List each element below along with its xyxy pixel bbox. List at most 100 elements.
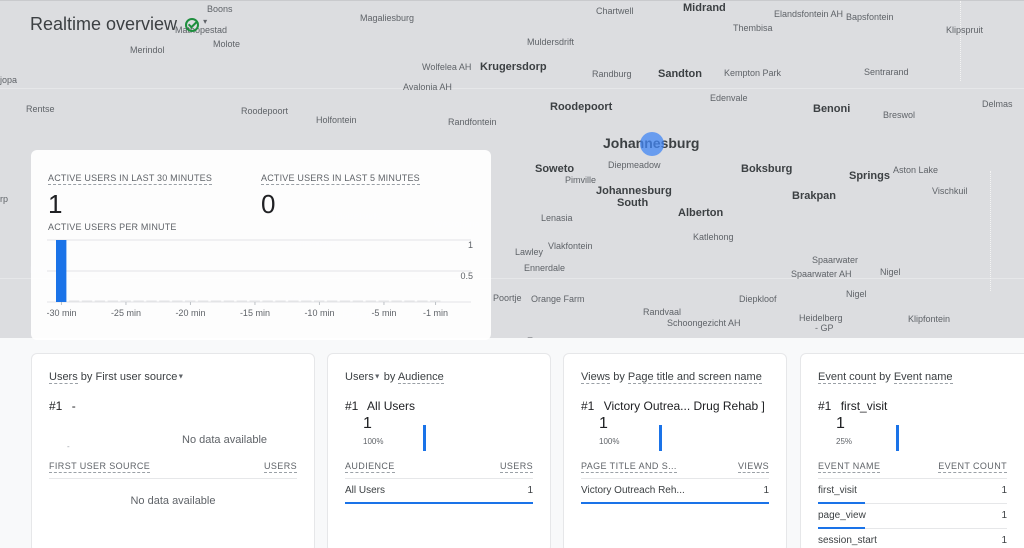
- metric-selector[interactable]: Event count: [818, 371, 877, 384]
- map-place-label: Ennerdale: [524, 263, 566, 273]
- column-header-users[interactable]: USERS: [499, 461, 533, 473]
- map-place-label: Spaarwater: [812, 255, 859, 265]
- map-place-label: Boksburg: [741, 163, 793, 175]
- caret-down-icon[interactable]: ▼: [374, 374, 381, 381]
- bar-minute--17[interactable]: [223, 300, 235, 303]
- bar-minute--10[interactable]: [314, 300, 325, 303]
- map-place-label: jopa: [0, 75, 18, 85]
- table-row[interactable]: page_view 1: [818, 504, 1007, 529]
- bar-minute--8[interactable]: [339, 300, 351, 303]
- map-place-label: Molote: [213, 39, 241, 49]
- card-title: Views by Page title and screen name: [581, 371, 769, 384]
- chart-no-data: No data available: [182, 434, 268, 446]
- active-users-per-minute-chart[interactable]: 1 0.5 -30 min -25 min -20 min -15 min -10 min -…: [47, 238, 487, 328]
- top-rank: #1: [345, 399, 359, 413]
- bar-minute--13[interactable]: [275, 300, 286, 303]
- table-header: EVENT NAME EVENT COUNT: [818, 461, 1007, 479]
- table-row[interactable]: Victory Outreach Reh... 1: [581, 479, 769, 504]
- map-gridline: [0, 88, 1024, 89]
- map-place-label: Magaliesburg: [360, 13, 415, 23]
- map-place-label: Johannesburg: [596, 185, 672, 197]
- check-circle-icon[interactable]: [185, 17, 200, 32]
- bar-minute--1[interactable]: [430, 300, 441, 303]
- table-row[interactable]: first_visit 1: [818, 479, 1007, 504]
- bar-minute--11[interactable]: [301, 300, 312, 303]
- table-header: FIRST USER SOURCE USERS: [49, 461, 297, 479]
- bar-minute--26[interactable]: [107, 300, 118, 303]
- column-header-page-title[interactable]: PAGE TITLE AND S...: [581, 461, 677, 473]
- metric-value: 1: [48, 189, 63, 219]
- bar-minute--2[interactable]: [417, 300, 428, 303]
- bar-minute--27[interactable]: [94, 300, 106, 303]
- title-connector: by: [80, 371, 93, 383]
- dimension-selector[interactable]: Audience: [397, 371, 444, 384]
- bar-minute--12[interactable]: [288, 300, 299, 303]
- bar-minute--22[interactable]: [159, 300, 170, 303]
- metric-selector[interactable]: Views: [581, 371, 611, 384]
- top-item: #1 All Users: [345, 399, 533, 413]
- column-header-event-count[interactable]: EVENT COUNT: [938, 461, 1007, 473]
- metric-label[interactable]: ACTIVE USERS IN LAST 30 MINUTES: [48, 173, 213, 185]
- bar-minute--29[interactable]: [68, 300, 80, 303]
- active-location-marker[interactable]: [640, 132, 664, 156]
- dimension-selector[interactable]: Event name: [893, 371, 953, 384]
- map-place-label: Edenvale: [710, 93, 748, 103]
- bar-minute--25[interactable]: [120, 300, 131, 303]
- map-place-label: Kempton Park: [724, 68, 782, 78]
- bar-minute--16[interactable]: [236, 300, 247, 303]
- bar-minute--20[interactable]: [185, 300, 196, 303]
- table-header: AUDIENCE USERS: [345, 461, 533, 479]
- caret-down-icon[interactable]: ▾: [203, 17, 207, 26]
- bar-minute--9[interactable]: [326, 300, 338, 303]
- map-place-label: Bapsfontein: [846, 12, 894, 22]
- bar-minute--21[interactable]: [172, 300, 183, 303]
- metric-label[interactable]: ACTIVE USERS IN LAST 5 MINUTES: [261, 173, 420, 185]
- x-tick-label: -30 min: [47, 308, 76, 318]
- row-share-bar: [581, 502, 769, 504]
- table-row[interactable]: All Users 1: [345, 479, 533, 504]
- metric-selector[interactable]: Users: [49, 371, 78, 384]
- top-stats: 1 100%: [345, 415, 533, 461]
- bar-minute--14[interactable]: [262, 300, 273, 303]
- top-stats: 1 100%: [581, 415, 769, 461]
- x-tick-label: -20 min: [175, 308, 205, 318]
- dimension-selector[interactable]: First user source: [95, 371, 177, 383]
- map-place-label: Krugersdorp: [480, 61, 547, 73]
- dimension-selector[interactable]: Page title and screen name: [627, 371, 762, 384]
- map-place-label: rp: [0, 194, 9, 204]
- title-connector: by: [613, 371, 625, 383]
- column-header-first-user-source[interactable]: FIRST USER SOURCE: [49, 461, 151, 473]
- top-rank: #1: [581, 399, 595, 413]
- bar-minute--19[interactable]: [197, 300, 209, 303]
- map-place-label: Sandton: [658, 68, 702, 80]
- column-header-users[interactable]: USERS: [263, 461, 297, 473]
- bar-minute--3[interactable]: [404, 300, 415, 303]
- column-header-views[interactable]: VIEWS: [737, 461, 769, 473]
- card-users-by-audience: Users▼ by Audience #1 All Users 1 100% A…: [327, 353, 551, 548]
- map-place-label: Soweto: [535, 163, 575, 175]
- bar-minute--18[interactable]: [210, 300, 222, 303]
- column-header-event-name[interactable]: EVENT NAME: [818, 461, 881, 473]
- metric-selector[interactable]: Users: [345, 371, 374, 383]
- top-item: #1 first_visit: [818, 399, 1012, 413]
- map-place-label: Lenasia: [541, 213, 573, 223]
- map-place-label: Orange Farm: [531, 294, 585, 304]
- column-header-audience[interactable]: AUDIENCE: [345, 461, 395, 473]
- bar-minute--4[interactable]: [391, 300, 402, 303]
- caret-down-icon[interactable]: ▼: [177, 374, 184, 381]
- bar-minute--24[interactable]: [133, 300, 144, 303]
- map-place-label: Midrand: [683, 2, 726, 14]
- row-name: Victory Outreach Reh...: [581, 485, 685, 496]
- bar-minute--6[interactable]: [365, 300, 376, 303]
- bar-minute--15[interactable]: [249, 300, 260, 303]
- map-place-label: Benoni: [813, 103, 851, 115]
- bar-minute--30[interactable]: [56, 240, 67, 302]
- top-name: -: [71, 399, 76, 413]
- table-row[interactable]: session_start 1: [818, 529, 1007, 548]
- bar-minute--23[interactable]: [146, 300, 157, 303]
- bar-minute--7[interactable]: [352, 300, 364, 303]
- bar-minute--5[interactable]: [378, 300, 389, 303]
- bar-minute--28[interactable]: [81, 300, 93, 303]
- top-value: 1: [599, 415, 608, 432]
- active-users-30-metric: ACTIVE USERS IN LAST 30 MINUTES 1: [48, 168, 213, 220]
